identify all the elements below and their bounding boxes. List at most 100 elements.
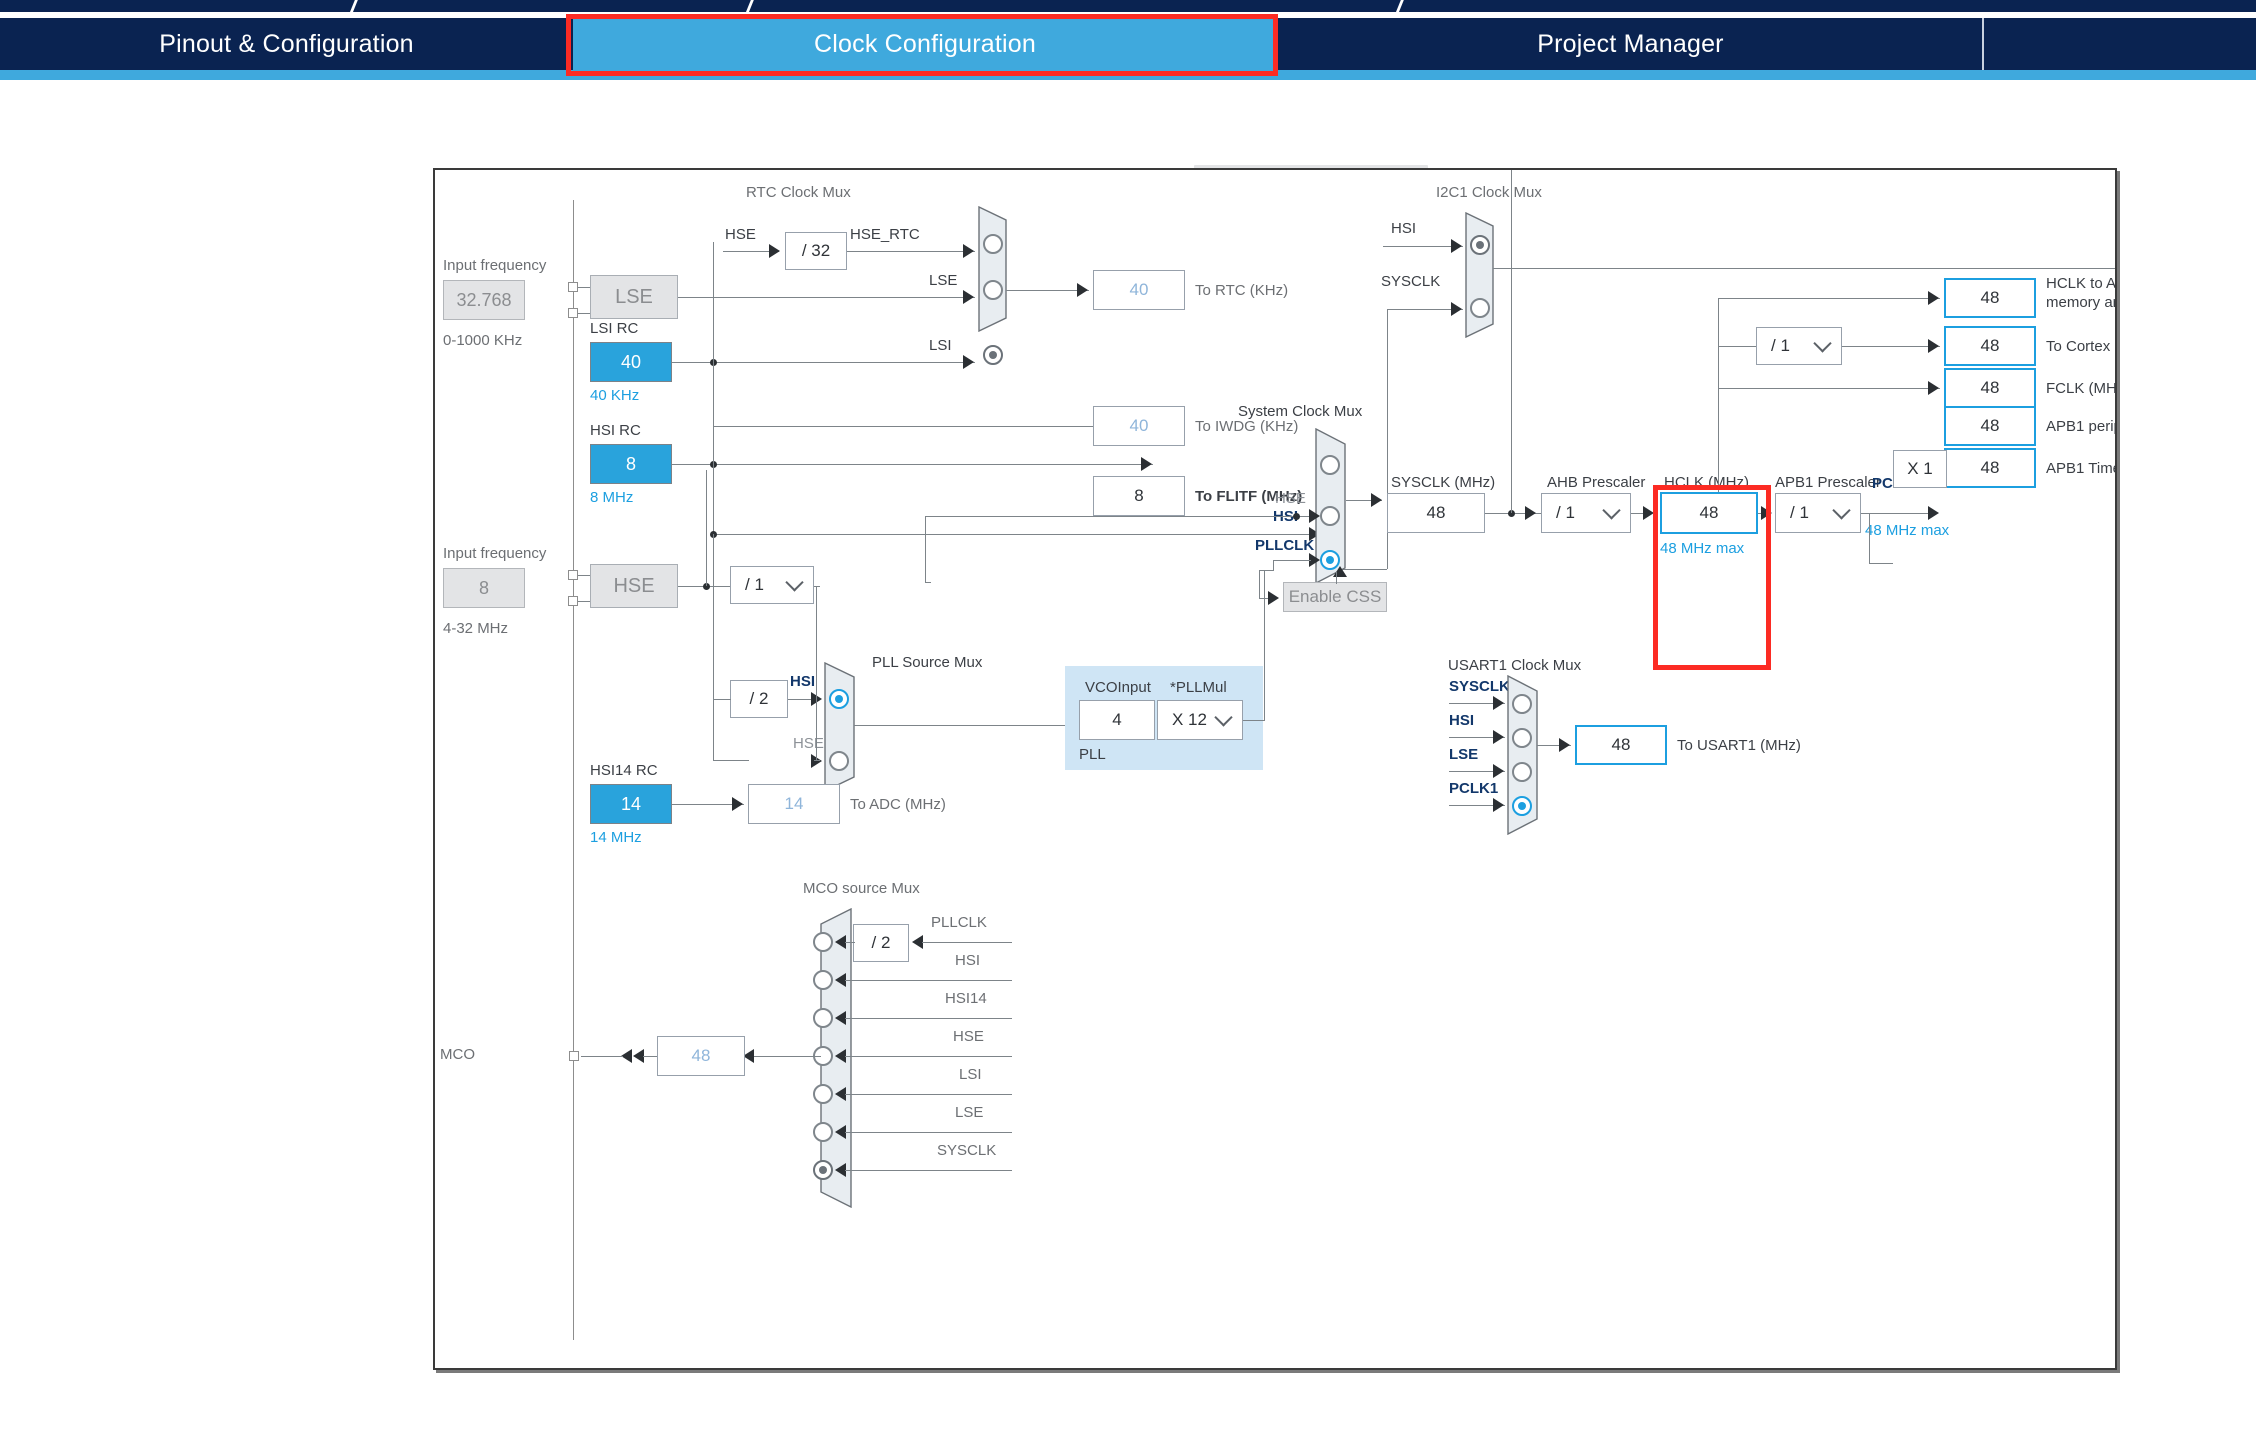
pllmux-out-wire [854,725,1068,726]
mco-option-lse[interactable] [813,1122,833,1142]
mco-option-sysclk[interactable] [813,1160,833,1180]
pllmux-hsi-label: HSI [790,673,816,690]
i2c1-mux-option-hsi[interactable] [1470,235,1490,255]
rtc-mux-option-lsi[interactable] [983,345,1003,365]
rtc-clock-mux[interactable] [978,206,1014,332]
mco-sysclk-label: SYSCLK [937,1142,997,1159]
sysmux-hse-label: HSE [1275,490,1306,507]
mco-lsi-label: LSI [959,1066,982,1083]
sysmux-option-hsi[interactable] [1320,455,1340,475]
hclk-label: HCLK (MHz) [1664,474,1749,491]
mco-option-hsi14[interactable] [813,1008,833,1028]
pclk1-down-vert [1869,513,1870,563]
rtc-mux-option-lse[interactable] [983,280,1003,300]
sysmux-out-arrow [1371,493,1382,507]
tab-pinout-configuration[interactable]: Pinout & Configuration [0,18,573,70]
mco-option-pllclk[interactable] [813,932,833,952]
ahb-prescaler-label: AHB Prescaler [1547,474,1646,491]
i2c1-clock-mux[interactable] [1465,212,1501,338]
hsi14-rc-unit-label: 14 MHz [590,829,642,846]
ahb-prescaler-select[interactable]: / 1 [1541,493,1631,533]
window-title-strip [0,0,2256,16]
pclk1-arrow [1928,506,1939,520]
hclk-value[interactable]: 48 [1660,492,1758,534]
mco-lsi-wire [845,1094,1012,1095]
hclk-to-fclk-wire [1718,388,1940,389]
pll-panel-label: PLL [1079,746,1106,763]
rtc-hse-divider-box[interactable]: / 32 [785,232,847,270]
hse-to-pllmux-v [816,586,817,760]
lsi-rc-value-box[interactable]: 40 [590,342,672,382]
lse-input-frequency-field[interactable]: 32.768 [443,280,525,320]
mco-pin [569,1051,579,1061]
to-adc-value: 14 [748,784,840,824]
mco-hsi-label: HSI [955,952,981,969]
usart1-mux-option-pclk1[interactable] [1512,796,1532,816]
usart1-mux-option-hsi[interactable] [1512,728,1532,748]
sysclk-label: SYSCLK (MHz) [1391,474,1496,491]
i2c1-mux-option-sysclk[interactable] [1470,298,1490,318]
apb1-periph-value: 48 [1944,406,2036,446]
hse-input-frequency-label: Input frequency [443,545,547,562]
pll-hsi-divider: / 2 [730,680,788,718]
hse-pin-wire-2 [578,601,590,602]
rtcmux-out-arrow [1077,283,1088,297]
usart1mux-sysclk-label: SYSCLK [1449,678,1510,695]
usart1-mux-option-sysclk[interactable] [1512,694,1532,714]
pllmux-hse-label: HSE [793,735,824,752]
apb1-timer-value: 48 [1944,448,2036,488]
hsi14-rc-value-box[interactable]: 14 [590,784,672,824]
tab-clock-configuration[interactable]: Clock Configuration [573,18,1277,70]
apb1-prescaler-select[interactable]: / 1 [1775,493,1861,533]
lse-pin-wire-2 [578,313,590,314]
usart1-out-arrow [1559,738,1570,752]
usart1-hsi-arrow [1493,730,1504,744]
pll-source-mux[interactable] [824,662,862,792]
usart1-mux-option-lse[interactable] [1512,762,1532,782]
sysmux-option-hse[interactable] [1320,506,1340,526]
mco-out-wire [753,1056,821,1057]
to-flitf-value[interactable]: 8 [1093,476,1185,516]
pll-source-mux-title: PLL Source Mux [872,654,983,671]
lse-oscillator-box[interactable]: LSE [590,275,678,319]
lse-to-rtcmux-wire [678,297,975,298]
hse-input-frequency-field[interactable]: 8 [443,568,525,608]
mco-option-lsi[interactable] [813,1084,833,1104]
mco-pllclk-in-wire [922,942,1012,943]
rtc-lse-label: LSE [929,272,958,289]
ahb-in-arrow [1525,506,1536,520]
hse-oscillator-box[interactable]: HSE [590,564,678,608]
cortex-out-arrow [1928,339,1939,353]
enable-css-button[interactable]: Enable CSS [1283,582,1387,612]
tabbar-underline [0,70,2256,80]
hclk-max-label: 48 MHz max [1660,540,1745,557]
vco-input-label: VCOInput [1085,679,1151,696]
i2c1-clock-mux-title: I2C1 Clock Mux [1436,184,1542,201]
lsi-rc-title: LSI RC [590,320,639,337]
mco-option-hsi[interactable] [813,970,833,990]
tab-project-manager[interactable]: Project Manager [1277,18,1984,70]
hse-sysmux-stub [925,582,931,583]
hse-pin-out [568,596,578,606]
cortex-value: 48 [1944,326,2036,366]
hsi14-rc-title: HSI14 RC [590,762,658,779]
i2c1mux-hsi-label: HSI [1391,220,1417,237]
pllmux-option-hse[interactable] [829,751,849,771]
hse-prescaler-select[interactable]: / 1 [730,566,814,604]
rtc-hse-rtc-arrow [963,244,974,258]
lse-range-label: 0-1000 KHz [443,332,523,349]
chevron-down-icon [1602,501,1621,520]
usart1mux-hsi-label: HSI [1449,712,1475,729]
rtc-mux-option-hse-rtc[interactable] [983,234,1003,254]
pllmul-select[interactable]: X 12 [1157,700,1243,740]
mco-pllclk-label: PLLCLK [931,914,987,931]
pllmux-option-hsi[interactable] [829,689,849,709]
hsi-vert-up [713,242,714,464]
to-adc-label: To ADC (MHz) [850,796,946,813]
cortex-prescaler-select[interactable]: / 1 [1756,327,1842,365]
hsi-rc-value-box[interactable]: 8 [590,444,672,484]
clock-tree-canvas[interactable]: Input frequency 32.768 0-1000 KHz LSE HS… [433,168,2117,1370]
mco-lse-wire [845,1132,1012,1133]
usart1mux-pclk1-label: PCLK1 [1449,780,1499,797]
mco-output-label: (MHz) MCO [435,1046,475,1063]
